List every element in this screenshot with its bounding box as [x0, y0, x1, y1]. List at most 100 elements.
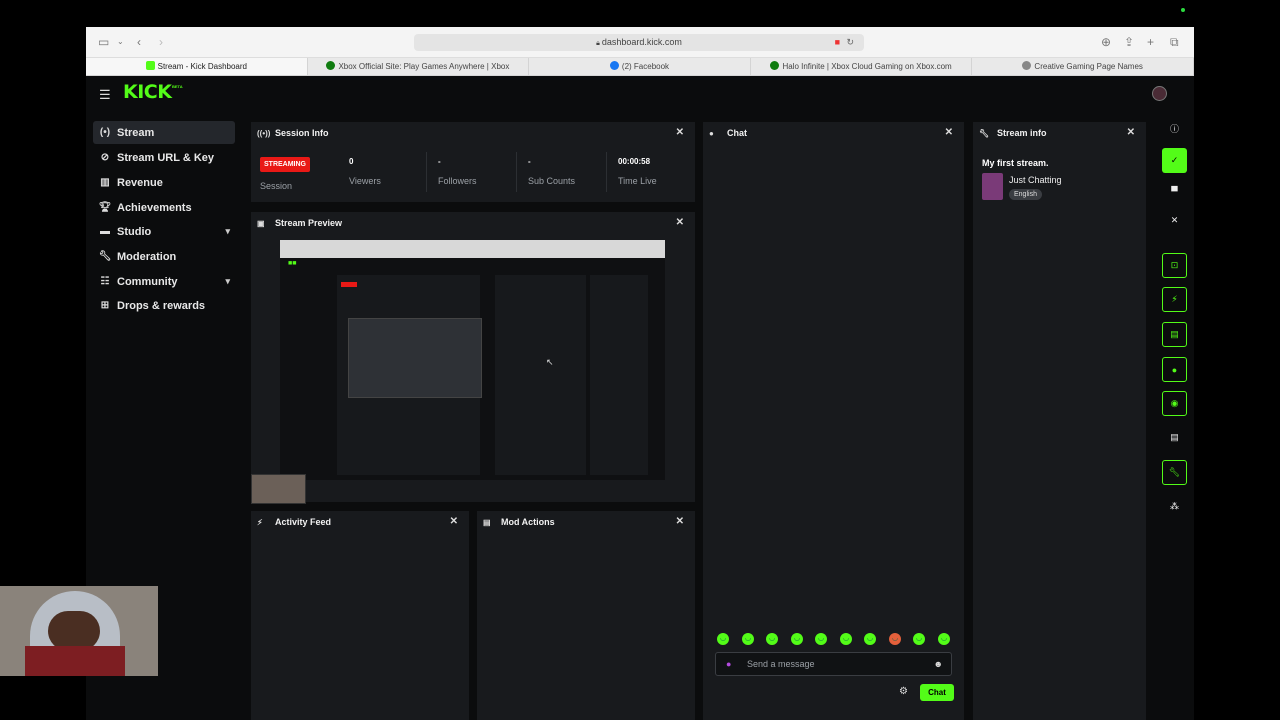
tab-gaming-names[interactable]: Creative Gaming Page Names — [972, 58, 1194, 75]
community-icon: ☷ — [100, 276, 110, 287]
drops-icon: ⊞ — [100, 300, 110, 311]
webcam-overlay — [0, 586, 158, 676]
close-icon[interactable]: ✕ — [1127, 127, 1135, 138]
emote-icon[interactable]: ◡ — [840, 633, 852, 645]
user-avatar[interactable] — [1152, 86, 1167, 101]
download-icon[interactable]: ⊕ — [1101, 35, 1111, 49]
lightning-icon[interactable]: ⚡︎ — [1162, 287, 1187, 312]
emote-icon[interactable]: ◡ — [717, 633, 729, 645]
chevron-down-icon: ▾ — [225, 276, 230, 286]
stat-label: Viewers — [349, 176, 381, 186]
check-icon[interactable]: ✓ — [1162, 148, 1187, 173]
emote-icon[interactable]: ◡ — [742, 633, 754, 645]
link-icon: ⊘ — [100, 152, 110, 163]
chat-send-button[interactable]: Chat — [920, 684, 954, 701]
sidebar-item-achievements[interactable]: 🏆︎ Achievements — [93, 196, 235, 219]
storage-icon[interactable]: ▤ — [1162, 425, 1187, 450]
drops-icon[interactable]: ⁂ — [1162, 494, 1187, 519]
cursor-icon: ↖ — [546, 357, 554, 367]
recording-indicator — [1181, 8, 1185, 12]
tab-overview-icon[interactable]: ⧉ — [1170, 35, 1179, 49]
category-thumbnail — [982, 173, 1003, 200]
wrench-icon[interactable]: 🔧︎ — [1162, 460, 1187, 485]
stat-label: Sub Counts — [528, 176, 576, 186]
chat-input[interactable]: ● Send a message ☻ — [715, 652, 952, 676]
panel-header: ▤ Mod Actions ✕ — [477, 511, 695, 533]
stream-preview-video[interactable]: ■■ ↖ — [280, 240, 665, 480]
panel-title: Session Info — [275, 128, 329, 138]
sidebar-item-community[interactable]: ☷ Community ▾ — [93, 270, 235, 293]
tab-facebook[interactable]: (2) Facebook — [529, 58, 751, 75]
microphone-icon[interactable]: ● — [726, 653, 731, 675]
emote-icon[interactable]: ◡ — [889, 633, 901, 645]
tab-strip: Stream - Kick Dashboard Xbox Official Si… — [86, 58, 1194, 76]
preview-info-block — [590, 275, 648, 475]
emote-icon[interactable]: ◡ — [938, 633, 950, 645]
time-live-stat: 00:00:58 Time Live — [618, 157, 657, 186]
emote-icon[interactable]: ◡ — [913, 633, 925, 645]
address-bar[interactable]: 🔒︎ dashboard.kick.com ■ ↻ — [414, 34, 864, 51]
panel-title: Chat — [727, 128, 747, 138]
stat-label: Time Live — [618, 176, 657, 186]
stat-label: Followers — [438, 176, 477, 186]
sidebar-item-label: Drops & rewards — [117, 299, 206, 312]
panel-header: ((•)) Session Info ✕ — [251, 122, 695, 144]
sidebar-item-stream-url-key[interactable]: ⊘ Stream URL & Key — [93, 146, 235, 169]
broadcast-icon[interactable]: ◉ — [1162, 391, 1187, 416]
sidebar-item-label: Moderation — [117, 250, 177, 263]
close-icon[interactable]: ✕ — [450, 516, 458, 527]
preview-logo: ■■ — [288, 260, 297, 267]
preview-badge — [341, 282, 357, 287]
sidebar-item-stream[interactable]: (•) Stream — [93, 121, 235, 144]
stat-value: - — [438, 157, 441, 166]
sidebar-item-moderation[interactable]: 🔧︎ Moderation — [93, 245, 235, 268]
camera-recording-icon[interactable]: ■ — [835, 34, 840, 51]
emote-icon[interactable]: ◡ — [815, 633, 827, 645]
reload-icon[interactable]: ↻ — [846, 34, 854, 51]
emote-icon[interactable]: ◡ — [864, 633, 876, 645]
viewers-stat: 0 Viewers — [349, 157, 381, 186]
emote-icon[interactable]: ◡ — [791, 633, 803, 645]
emoji-icon[interactable]: ☻ — [934, 653, 943, 675]
sidebar-item-revenue[interactable]: ▥ Revenue — [93, 171, 235, 194]
tab-xbox[interactable]: Xbox Official Site: Play Games Anywhere … — [308, 58, 530, 75]
stat-value: - — [528, 157, 531, 166]
tab-title: Halo Infinite | Xbox Cloud Gaming on Xbo… — [782, 62, 952, 71]
close-icon[interactable]: ✕ — [945, 127, 953, 138]
preview-chat-block — [495, 275, 586, 475]
session-info-panel: ((•)) Session Info ✕ STREAMING Session 0 Vi… — [251, 122, 695, 202]
sidebar-item-studio[interactable]: ▬ Studio ▾ — [93, 220, 235, 243]
sidebar-item-label: Stream URL & Key — [117, 151, 214, 164]
facebook-favicon-icon — [609, 61, 619, 70]
tab-title: (2) Facebook — [621, 62, 670, 71]
chat-icon[interactable]: ● — [1162, 357, 1187, 382]
kick-logo[interactable]: KICK — [123, 81, 172, 103]
layout-icon[interactable]: ▀ — [1162, 178, 1187, 203]
gear-icon[interactable]: ⚙︎ — [899, 686, 908, 697]
back-icon[interactable]: ‹ — [137, 35, 141, 49]
browser-toolbar: ▭ ⌄ ‹ › 🔒︎ dashboard.kick.com ■ ↻ ⊕ ⇪ + … — [86, 27, 1194, 58]
forward-icon[interactable]: › — [159, 35, 163, 49]
scan-icon[interactable]: ⊡ — [1162, 253, 1187, 278]
close-icon[interactable]: ✕ — [676, 217, 684, 228]
globe-favicon-icon — [1022, 61, 1032, 70]
notes-icon[interactable]: ▤ — [1162, 322, 1187, 347]
new-tab-icon[interactable]: + — [1147, 35, 1154, 49]
close-icon[interactable]: ✕ — [1162, 208, 1187, 233]
menu-icon[interactable]: ☰ — [99, 87, 111, 103]
webcam-face — [48, 611, 100, 651]
close-icon[interactable]: ✕ — [676, 516, 684, 527]
info-icon[interactable]: ⓘ — [1162, 116, 1187, 141]
tab-halo[interactable]: Halo Infinite | Xbox Cloud Gaming on Xbo… — [751, 58, 973, 75]
sidebar-toggle-icon[interactable]: ▭ — [98, 35, 109, 49]
streaming-badge: STREAMING — [260, 157, 310, 172]
emote-icon[interactable]: ◡ — [766, 633, 778, 645]
chart-icon: ▥ — [100, 177, 110, 188]
wrench-icon: 🔧︎ — [979, 128, 990, 138]
share-icon[interactable]: ⇪ — [1124, 35, 1134, 49]
tab-kick-dashboard[interactable]: Stream - Kick Dashboard — [86, 58, 308, 75]
wrench-icon: 🔧︎ — [98, 251, 112, 262]
sidebar-item-drops-rewards[interactable]: ⊞ Drops & rewards — [93, 294, 235, 317]
close-icon[interactable]: ✕ — [676, 127, 684, 138]
chevron-down-icon[interactable]: ⌄ — [117, 35, 124, 49]
